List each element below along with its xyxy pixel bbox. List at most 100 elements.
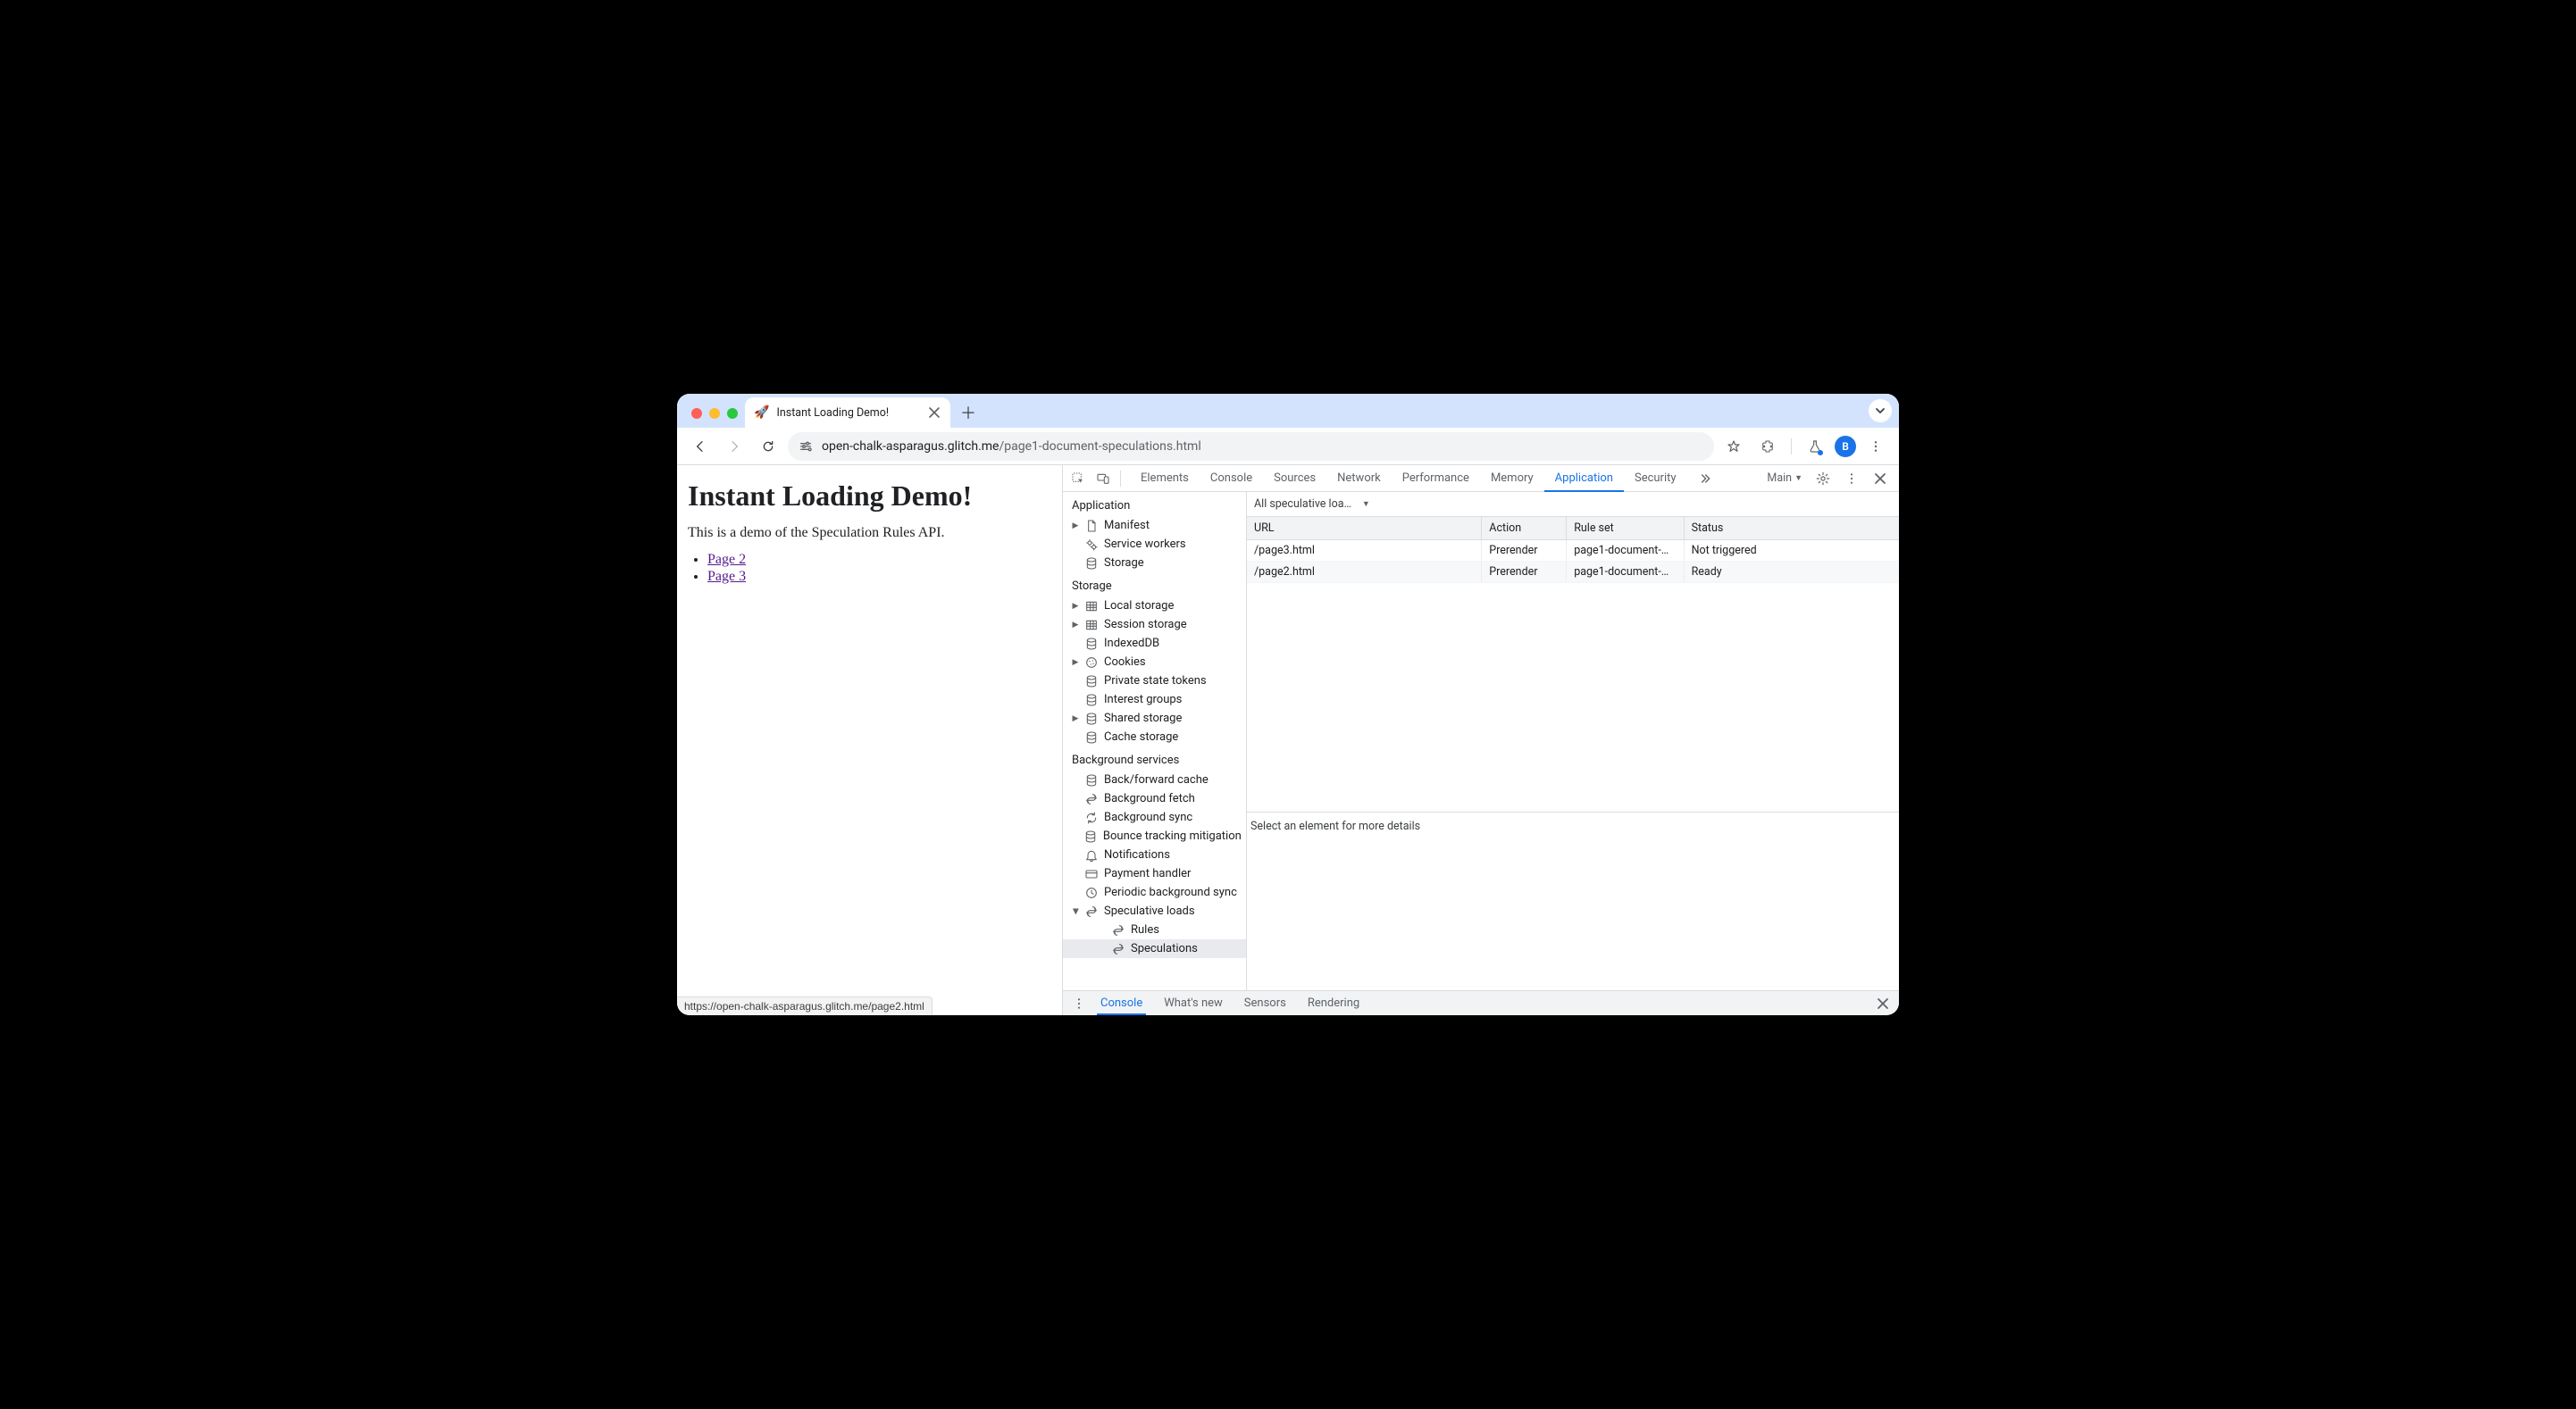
sidebar-item-background-sync[interactable]: ▶Background sync	[1063, 808, 1246, 827]
drawer-tab-whatsnew[interactable]: What's new	[1153, 991, 1234, 1015]
device-toolbar-icon[interactable]	[1091, 467, 1115, 490]
minimize-window-button[interactable]	[709, 408, 720, 419]
drawer-menu-icon[interactable]	[1068, 993, 1090, 1014]
nav-forward-button[interactable]	[720, 432, 749, 461]
extensions-button[interactable]	[1753, 432, 1782, 461]
speculations-table: URL Action Rule set Status /page3.htmlPr…	[1247, 517, 1899, 812]
sidebar-item-periodic-background-sync[interactable]: ▶Periodic background sync	[1063, 883, 1246, 902]
disclosure-arrow-icon: ▶	[1072, 658, 1079, 667]
sync-icon	[1084, 905, 1099, 919]
inspect-element-icon[interactable]	[1066, 467, 1090, 490]
sidebar-item-cache-storage[interactable]: ▶Cache storage	[1063, 728, 1246, 746]
sidebar-item-storage[interactable]: ▶Storage	[1063, 554, 1246, 572]
db-icon	[1084, 674, 1099, 688]
gears-icon	[1084, 538, 1099, 552]
cell-ruleset: page1-document-…	[1567, 562, 1684, 583]
tab-memory[interactable]: Memory	[1480, 465, 1544, 491]
url-bar[interactable]: open-chalk-asparagus.glitch.me/page1-doc…	[788, 432, 1714, 461]
close-tab-button[interactable]	[927, 405, 941, 420]
zoom-window-button[interactable]	[727, 408, 738, 419]
sidebar-item-payment-handler[interactable]: ▶Payment handler	[1063, 864, 1246, 883]
sidebar-item-interest-groups[interactable]: ▶Interest groups	[1063, 690, 1246, 709]
disclosure-arrow-icon: ▶	[1071, 908, 1080, 915]
clock-icon	[1084, 886, 1099, 900]
sidebar-item-shared-storage[interactable]: ▶Shared storage	[1063, 709, 1246, 728]
link-hover-status: https://open-chalk-asparagus.glitch.me/p…	[677, 996, 933, 1015]
sidebar-item-background-fetch[interactable]: ▶Background fetch	[1063, 789, 1246, 808]
browser-toolbar: open-chalk-asparagus.glitch.me/page1-doc…	[677, 428, 1899, 465]
sidebar-item-indexeddb[interactable]: ▶IndexedDB	[1063, 634, 1246, 653]
tab-elements[interactable]: Elements	[1130, 465, 1200, 491]
bookmark-button[interactable]	[1719, 432, 1748, 461]
sidebar-item-private-state-tokens[interactable]: ▶Private state tokens	[1063, 671, 1246, 690]
devtools-close-icon[interactable]	[1869, 467, 1892, 490]
page-link-2[interactable]: Page 2	[707, 552, 746, 567]
cell-status: Not triggered	[1684, 540, 1899, 562]
page-link-list: Page 2 Page 3	[707, 552, 1051, 585]
speculations-panel: All speculative loa… ▼ URL Act	[1247, 492, 1899, 990]
sync-icon	[1084, 792, 1099, 806]
tab-network[interactable]: Network	[1326, 465, 1392, 491]
tab-sources[interactable]: Sources	[1263, 465, 1326, 491]
chrome-menu-button[interactable]	[1861, 432, 1890, 461]
sidebar-item-service-workers[interactable]: ▶Service workers	[1063, 535, 1246, 554]
toolbar-separator	[1791, 438, 1792, 454]
sidebar-item-speculative-loads[interactable]: ▶ Speculative loads	[1063, 902, 1246, 921]
tab-performance[interactable]: Performance	[1392, 465, 1480, 491]
devtools-settings-icon[interactable]	[1811, 467, 1835, 490]
col-action[interactable]: Action	[1482, 517, 1567, 540]
sidebar-item-local-storage[interactable]: ▶Local storage	[1063, 596, 1246, 615]
close-window-button[interactable]	[691, 408, 702, 419]
site-controls-icon[interactable]	[799, 439, 813, 454]
speculation-filter-dropdown[interactable]: All speculative loa… ▼	[1254, 497, 1370, 511]
sidebar-item-session-storage[interactable]: ▶Session storage	[1063, 615, 1246, 634]
sidebar-item-rules[interactable]: ▶Rules	[1063, 921, 1246, 939]
profile-avatar[interactable]: B	[1835, 436, 1856, 457]
browser-tab-active[interactable]: 🚀 Instant Loading Demo!	[745, 397, 950, 428]
sidebar-item-label: Background sync	[1104, 811, 1192, 824]
drawer-tab-sensors[interactable]: Sensors	[1234, 991, 1297, 1015]
table-row[interactable]: /page2.htmlPrerenderpage1-document-…Read…	[1247, 562, 1899, 583]
new-tab-button[interactable]: ＋	[956, 400, 981, 425]
drawer-close-icon[interactable]	[1872, 993, 1894, 1014]
reload-button[interactable]	[754, 432, 782, 461]
cookie-icon	[1084, 655, 1099, 670]
labs-button[interactable]	[1801, 432, 1829, 461]
col-ruleset[interactable]: Rule set	[1567, 517, 1684, 540]
sidebar-item-cookies[interactable]: ▶Cookies	[1063, 653, 1246, 671]
tab-security[interactable]: Security	[1624, 465, 1687, 491]
sidebar-item-label: IndexedDB	[1104, 637, 1159, 650]
tab-overflow-icon[interactable]	[1687, 465, 1723, 491]
sidebar-item-label: Speculative loads	[1104, 905, 1195, 918]
col-status[interactable]: Status	[1684, 517, 1899, 540]
tab-application[interactable]: Application	[1544, 465, 1624, 491]
sidebar-item-notifications[interactable]: ▶Notifications	[1063, 846, 1246, 864]
col-url[interactable]: URL	[1247, 517, 1482, 540]
page-link-3[interactable]: Page 3	[707, 569, 746, 584]
sidebar-item-label: Periodic background sync	[1104, 886, 1237, 899]
sidebar-item-bounce-tracking-mitigation[interactable]: ▶Bounce tracking mitigation	[1063, 827, 1246, 846]
chevron-down-icon: ▼	[1362, 499, 1370, 509]
tab-console[interactable]: Console	[1200, 465, 1263, 491]
nav-back-button[interactable]	[686, 432, 715, 461]
window-controls	[684, 408, 745, 428]
table-row[interactable]: /page3.htmlPrerenderpage1-document-…Not …	[1247, 540, 1899, 562]
sidebar-item-label: Back/forward cache	[1104, 773, 1209, 787]
devtools-tabs: Elements Console Sources Network Perform…	[1130, 465, 1723, 491]
sidebar-item-label: Rules	[1131, 923, 1159, 937]
sidebar-group-title: Storage	[1063, 572, 1246, 596]
drawer-tab-rendering[interactable]: Rendering	[1297, 991, 1370, 1015]
target-dropdown[interactable]: Main ▼	[1763, 471, 1806, 485]
drawer-tab-console[interactable]: Console	[1090, 991, 1153, 1015]
sidebar-item-back-forward-cache[interactable]: ▶Back/forward cache	[1063, 771, 1246, 789]
sidebar-item-label: Local storage	[1104, 599, 1174, 613]
cell-url: /page2.html	[1247, 562, 1482, 583]
url-host: open-chalk-asparagus.glitch.me	[822, 439, 999, 454]
sidebar-item-speculations[interactable]: ▶Speculations	[1063, 939, 1246, 958]
disclosure-arrow-icon: ▶	[1072, 621, 1079, 629]
sidebar-item-manifest[interactable]: ▶Manifest	[1063, 516, 1246, 535]
devtools-menu-icon[interactable]	[1840, 467, 1863, 490]
tab-overflow-button[interactable]	[1869, 399, 1892, 422]
sidebar-item-label: Private state tokens	[1104, 674, 1207, 688]
rendered-page: Instant Loading Demo! This is a demo of …	[677, 465, 1063, 1015]
